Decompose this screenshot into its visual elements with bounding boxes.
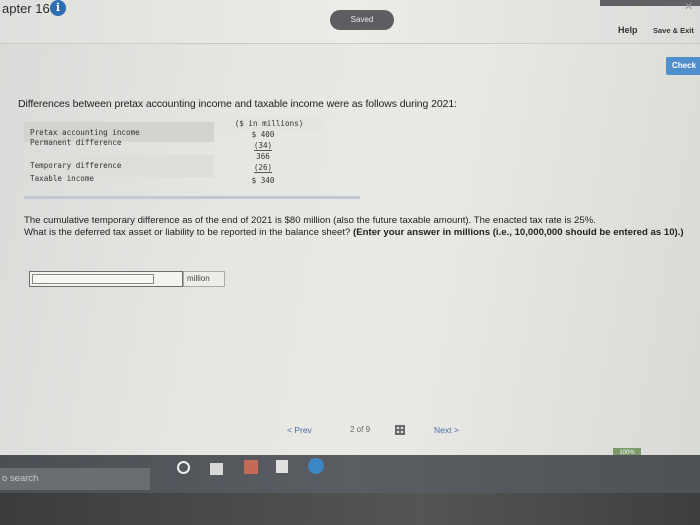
next-button[interactable]: Next >	[434, 425, 459, 435]
row-label: Temporary difference	[30, 161, 122, 170]
file-explorer-icon[interactable]	[244, 460, 258, 474]
answer-input[interactable]	[29, 271, 183, 287]
income-table: ($ in millions) Pretax accounting income…	[24, 118, 324, 198]
question-text: The cumulative temporary difference as o…	[24, 215, 684, 238]
section-divider	[24, 196, 360, 199]
browser-screen: apter 16 i ✕ Saved Help Save & Exit Chec…	[0, 0, 700, 462]
desk-surface	[0, 493, 700, 525]
chapter-title: apter 16	[2, 1, 50, 16]
close-icon[interactable]: ✕	[684, 0, 693, 13]
row-value: $ 400	[251, 130, 275, 139]
browser-icon[interactable]	[308, 458, 324, 474]
task-view-icon[interactable]	[210, 463, 223, 475]
question-instruction: (Enter your answer in millions (i.e., 10…	[353, 226, 684, 238]
problem-intro: Differences between pretax accounting in…	[18, 98, 457, 110]
row-value: (34)	[253, 141, 273, 151]
cortana-icon[interactable]	[177, 461, 190, 474]
top-bar: apter 16 i ✕ Saved Help Save & Exit	[0, 0, 700, 44]
table-header: ($ in millions)	[214, 118, 324, 130]
info-icon[interactable]: i	[50, 0, 66, 16]
question-line: The cumulative temporary difference as o…	[24, 215, 596, 226]
grid-icon[interactable]	[395, 425, 405, 435]
taskbar-search[interactable]: o search	[0, 468, 150, 490]
saved-status: Saved	[330, 10, 394, 30]
page-indicator: 2 of 9	[350, 425, 371, 434]
row-label: Taxable income	[30, 174, 95, 183]
row-label: Permanent difference	[30, 138, 122, 147]
answer-field[interactable]	[32, 274, 154, 284]
row-value: (26)	[253, 163, 273, 173]
row-value: 366	[256, 152, 270, 161]
tray-icons: ♦ ^ ◢ ◀	[644, 446, 671, 455]
unit-label: million	[183, 271, 225, 287]
help-button[interactable]: Help	[618, 25, 638, 35]
prev-button[interactable]: < Prev	[287, 425, 312, 435]
row-value: $ 340	[251, 176, 275, 185]
save-exit-button[interactable]: Save & Exit	[653, 26, 694, 35]
check-my-work-button[interactable]: Check	[666, 57, 700, 75]
question-line: What is the deferred tax asset or liabil…	[24, 226, 351, 238]
row-label: Pretax accounting income	[30, 128, 140, 137]
store-icon[interactable]	[276, 460, 288, 473]
